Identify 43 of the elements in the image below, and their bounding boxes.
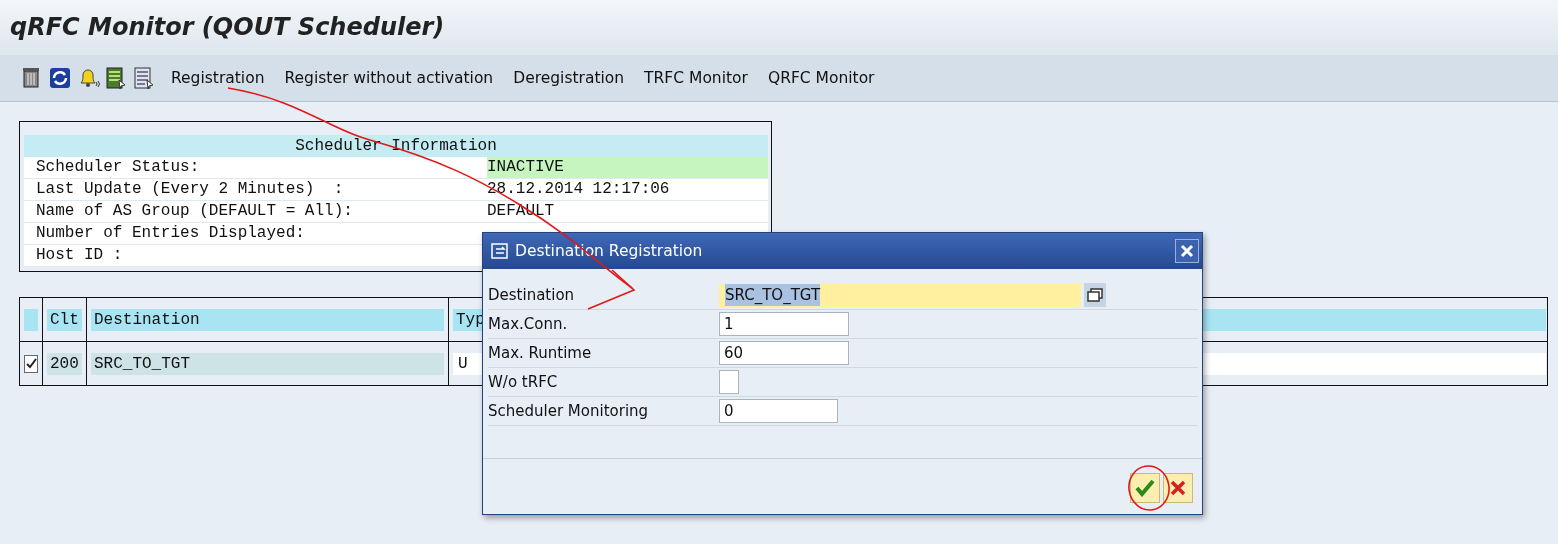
field-label: Destination [488,286,576,304]
toolbar-button[interactable]: Deregistration [508,67,630,89]
info-label: Last Update (Every 2 Minutes) : [35,179,345,200]
input-field[interactable]: 1 [719,312,849,336]
checkbox[interactable] [719,370,739,394]
info-value: INACTIVE [487,157,768,178]
cross-icon [1170,480,1186,496]
document-icon[interactable] [132,66,156,90]
info-label: Host ID : [35,245,124,266]
info-label: Name of AS Group (DEFAULT = All): [35,201,354,222]
value-help-button[interactable] [1084,283,1106,307]
info-value: 28.12.2014 12:17:06 [487,179,671,200]
column-header: Destination [91,308,444,331]
confirm-button[interactable] [1130,473,1160,503]
table-cell: 200 [47,352,82,375]
toolbar-button[interactable]: Register without activation [279,67,499,89]
close-icon [1180,244,1194,258]
info-label: Number of Entries Displayed: [35,223,306,244]
selector-header [24,308,38,331]
window-title: qRFC Monitor (QOUT Scheduler) [10,13,445,41]
annotation-circle [1128,465,1170,511]
table-cell: SRC_TO_TGT [91,352,444,375]
field-label: W/o tRFC [488,373,559,391]
toolbar-button[interactable]: TRFC Monitor [639,67,753,89]
info-label: Scheduler Status: [35,157,201,178]
cancel-button[interactable] [1163,473,1193,503]
toolbar-button[interactable]: Registration [166,67,270,89]
refresh-icon[interactable] [48,66,72,90]
field-label: Max.Conn. [488,315,569,333]
field-label: Scheduler Monitoring [488,402,650,420]
check-icon [1135,479,1155,497]
list-icon[interactable] [104,66,128,90]
copy-icon [1087,288,1103,302]
check-icon [25,358,37,369]
close-button[interactable] [1175,239,1199,263]
toolbar-button[interactable]: QRFC Monitor [762,67,880,89]
section-title: Scheduler Information [24,135,768,157]
input-field[interactable]: 60 [719,341,849,365]
column-header: Clt [47,308,82,331]
input-field[interactable]: 0 [719,399,838,423]
row-selector[interactable] [24,354,38,373]
input-field[interactable]: SRC_TO_TGT [719,283,1081,307]
dialog-icon [491,243,509,259]
